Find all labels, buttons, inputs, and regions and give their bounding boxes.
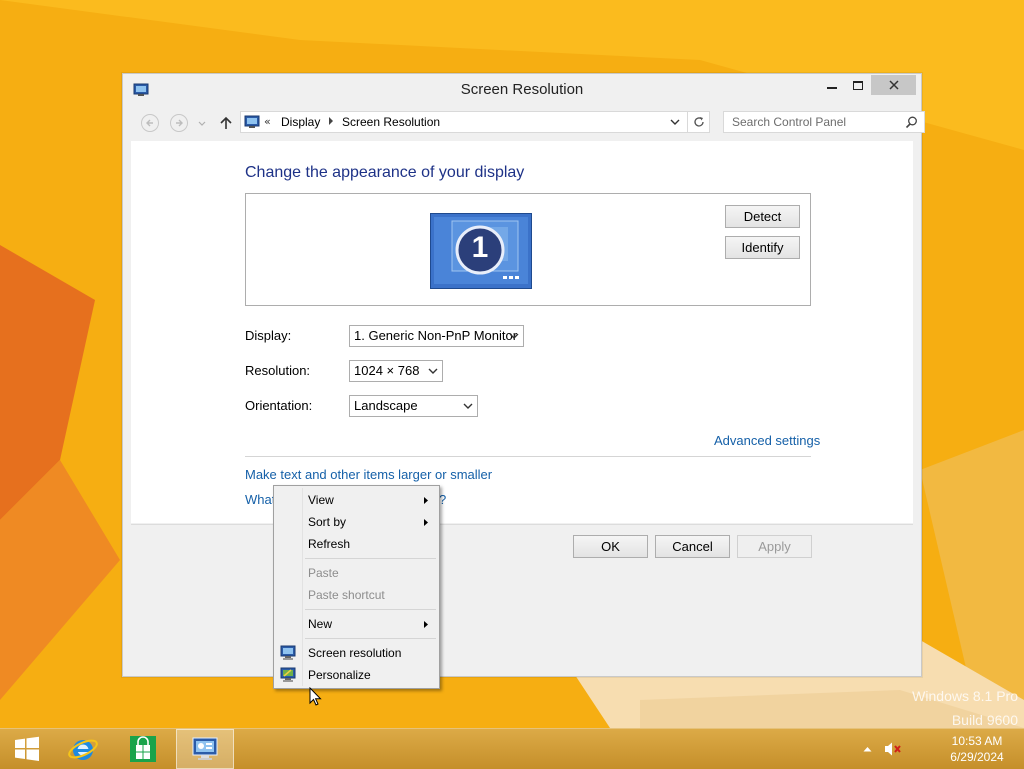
display-select[interactable]: 1. Generic Non-PnP Monitor — [349, 325, 524, 347]
orientation-select-value: Landscape — [354, 398, 418, 413]
screen-resolution-icon — [280, 645, 296, 660]
detect-button[interactable]: Detect — [725, 205, 800, 228]
content-pane: Change the appearance of your display 1 … — [131, 141, 913, 523]
window-title: Screen Resolution — [460, 81, 584, 98]
menu-separator — [305, 558, 436, 559]
title-bar[interactable]: Screen Resolution — [123, 74, 921, 106]
chevron-down-icon — [463, 403, 473, 409]
chevron-down-icon — [428, 368, 438, 374]
submenu-arrow-icon — [424, 497, 428, 504]
menu-item-refresh[interactable]: Refresh — [276, 533, 437, 555]
menu-separator — [305, 609, 436, 610]
resolution-select-value: 1024 × 768 — [354, 363, 420, 378]
start-button[interactable] — [0, 729, 54, 769]
monitor-number: 1 — [471, 231, 489, 264]
menu-item-label: Personalize — [308, 668, 371, 682]
internet-explorer-button[interactable] — [56, 729, 110, 769]
menu-item-paste-shortcut[interactable]: Paste shortcut — [276, 584, 437, 606]
refresh-icon — [693, 117, 704, 127]
apply-button[interactable]: Apply — [737, 535, 812, 558]
display-settings-help-link-start[interactable]: What — [245, 492, 275, 507]
breadcrumb-display[interactable]: Display — [281, 115, 320, 129]
store-button[interactable] — [116, 729, 170, 769]
back-button[interactable] — [141, 114, 159, 132]
back-arrow-icon — [146, 119, 153, 127]
menu-item-label: New — [308, 617, 333, 631]
content-divider — [245, 456, 811, 457]
display-location-icon — [244, 115, 260, 128]
clock-time: 10:53 AM — [951, 734, 1003, 748]
navigation-bar: « Display Screen Resolution Search Contr… — [131, 110, 925, 136]
menu-item-view[interactable]: View — [276, 489, 437, 511]
submenu-arrow-icon — [424, 519, 428, 526]
close-icon — [888, 80, 899, 90]
search-placeholder: Search Control Panel — [732, 115, 847, 129]
mouse-pointer-icon — [309, 687, 322, 706]
orientation-select[interactable]: Landscape — [349, 395, 478, 417]
chevron-down-icon — [509, 333, 519, 339]
show-hidden-icons-icon[interactable] — [863, 746, 872, 752]
up-arrow-icon[interactable] — [219, 115, 233, 131]
taskbar: 10:53 AM 6/29/2024 — [0, 728, 1024, 769]
resolution-select[interactable]: 1024 × 768 — [349, 360, 443, 382]
personalize-icon — [280, 667, 296, 682]
identify-button[interactable]: Identify — [725, 236, 800, 259]
minimize-button[interactable] — [819, 75, 845, 95]
cancel-button[interactable]: Cancel — [655, 535, 730, 558]
forward-arrow-icon — [176, 119, 183, 127]
search-box[interactable]: Search Control Panel — [723, 111, 925, 133]
forward-button[interactable] — [170, 114, 188, 132]
menu-item-screen-resolution[interactable]: Screen resolution — [276, 642, 437, 664]
menu-item-label: View — [308, 493, 334, 507]
display-settings-help-link-end[interactable]: ? — [439, 492, 446, 507]
menu-item-label: Screen resolution — [308, 646, 402, 660]
screen-resolution-taskbar-icon — [192, 737, 218, 760]
menu-item-sort-by[interactable]: Sort by — [276, 511, 437, 533]
menu-separator — [305, 638, 436, 639]
search-icon[interactable] — [905, 116, 918, 129]
menu-item-paste[interactable]: Paste — [276, 562, 437, 584]
footer-separator — [131, 524, 913, 525]
menu-item-label: Sort by — [308, 515, 347, 529]
text-size-link[interactable]: Make text and other items larger or smal… — [245, 467, 492, 482]
maximize-icon — [853, 80, 863, 90]
screen-resolution-taskbar-button[interactable] — [176, 729, 234, 769]
menu-item-new[interactable]: New — [276, 613, 437, 635]
menu-item-label: Paste — [308, 566, 339, 580]
menu-item-label: Refresh — [308, 537, 351, 551]
maximize-button[interactable] — [845, 75, 871, 95]
volume-muted-icon[interactable] — [884, 741, 904, 757]
screen-resolution-window: Screen Resolution « Display Screen Resol… — [122, 73, 925, 677]
clock-date: 6/29/2024 — [950, 750, 1004, 764]
ok-button[interactable]: OK — [573, 535, 648, 558]
refresh-button[interactable] — [688, 111, 710, 133]
breadcrumb-screen-resolution[interactable]: Screen Resolution — [342, 115, 440, 129]
address-bar[interactable]: « Display Screen Resolution — [240, 111, 688, 133]
recent-locations-chevron-icon[interactable] — [197, 116, 207, 130]
windows-logo-icon — [15, 736, 39, 761]
display-label: Display: — [245, 328, 292, 343]
menu-item-label: Paste shortcut — [308, 588, 385, 602]
store-icon — [130, 736, 156, 762]
display-select-value: 1. Generic Non-PnP Monitor — [354, 328, 518, 343]
advanced-settings-link[interactable]: Advanced settings — [714, 433, 820, 448]
windows-watermark: Windows 8.1 Pro Build 9600 — [912, 684, 1018, 732]
submenu-arrow-icon — [424, 621, 428, 628]
page-heading: Change the appearance of your display — [245, 164, 525, 181]
breadcrumb-overflow[interactable]: « — [264, 115, 271, 128]
desktop-context-menu: View Sort by Refresh Paste Paste shortcu… — [273, 485, 440, 689]
internet-explorer-icon — [68, 739, 98, 760]
breadcrumb-chevron-icon[interactable] — [328, 116, 334, 126]
close-button[interactable] — [871, 75, 916, 95]
watermark-edition: Windows 8.1 Pro — [912, 688, 1018, 704]
minimize-icon — [827, 87, 837, 89]
orientation-label: Orientation: — [245, 398, 313, 413]
monitor-arrangement-area: 1 Detect Identify — [245, 193, 811, 306]
menu-item-personalize[interactable]: Personalize — [276, 664, 437, 686]
address-dropdown-icon[interactable] — [670, 117, 680, 127]
system-clock[interactable]: 10:53 AM 6/29/2024 — [930, 733, 1024, 765]
resolution-label: Resolution: — [245, 363, 311, 378]
